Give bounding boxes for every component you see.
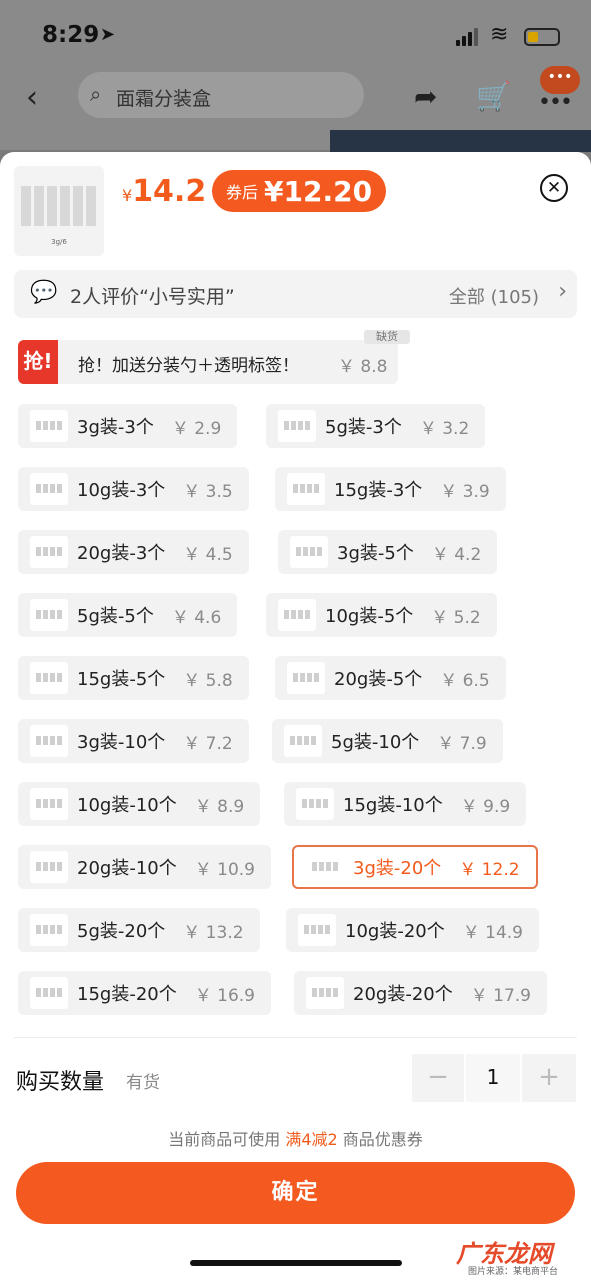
promo-option[interactable]: 抢! 抢！加送分装勺＋透明标签！ ￥ 8.8 缺货 [18, 330, 410, 384]
product-thumbnail[interactable]: 3g/6 [14, 166, 104, 256]
option-thumbnail [306, 851, 344, 883]
option-thumbnail [296, 788, 334, 820]
option-thumbnail [287, 662, 325, 694]
wifi-icon: ≋ [490, 22, 509, 47]
option-price: ￥ 8.8 [338, 357, 388, 377]
quantity-input[interactable]: 1 [464, 1054, 522, 1102]
sku-option[interactable]: 5g装-5个 ￥ 4.6 [18, 593, 238, 637]
option-thumbnail [30, 662, 68, 694]
message-badge[interactable]: ••• [540, 66, 580, 94]
sku-option[interactable]: 20g装-20个 ￥ 17.9 [294, 971, 547, 1015]
promo-badge: 抢! [18, 340, 58, 384]
sku-option[interactable]: 20g装-10个 ￥ 10.9 [18, 845, 271, 889]
top-nav: ‹ ⌕ 面霜分装盒 ➦ 🛒 ••• ••• [0, 66, 591, 130]
search-text: 面霜分装盒 [116, 88, 212, 110]
out-of-stock-tag: 缺货 [364, 330, 410, 344]
reviews-all: 全部 (105) [448, 287, 539, 308]
option-thumbnail [30, 725, 68, 757]
status-bar: 8:29 ➤ ≋ [0, 0, 591, 70]
sku-option-selected[interactable]: 3g装-20个 ￥ 12.2 [292, 845, 538, 889]
search-icon: ⌕ [90, 82, 102, 106]
home-indicator [190, 1260, 402, 1266]
sku-option[interactable]: 5g装-20个 ￥ 13.2 [18, 908, 260, 952]
sku-option[interactable]: 5g装-10个 ￥ 7.9 [272, 719, 503, 763]
option-thumbnail [30, 977, 68, 1009]
back-icon[interactable]: ‹ [26, 80, 38, 115]
confirm-button[interactable]: 确定 [16, 1162, 575, 1224]
battery-icon [524, 28, 560, 46]
option-thumbnail [30, 473, 68, 505]
signal-icon [456, 28, 478, 46]
coupon-highlight: 满4减2 [285, 1130, 338, 1149]
sku-option[interactable]: 3g装-3个 ￥ 2.9 [18, 404, 238, 448]
sku-option[interactable]: 10g装-3个 ￥ 3.5 [18, 467, 249, 511]
sku-option[interactable]: 15g装-20个 ￥ 16.9 [18, 971, 271, 1015]
chevron-right-icon: › [558, 279, 567, 304]
increase-button[interactable]: + [522, 1054, 576, 1102]
coupon-price-badge: 券后 ¥12.20 [212, 170, 387, 212]
decrease-button[interactable]: − [412, 1054, 464, 1102]
divider [14, 1037, 577, 1038]
product-price: ¥14.2 [122, 174, 207, 209]
option-thumbnail [306, 977, 344, 1009]
search-bar[interactable]: ⌕ 面霜分装盒 [78, 72, 364, 118]
sku-option[interactable]: 3g装-10个 ￥ 7.2 [18, 719, 249, 763]
option-thumbnail [287, 473, 325, 505]
location-icon: ➤ [100, 24, 116, 45]
close-icon[interactable]: ✕ [540, 174, 568, 202]
quantity-stepper: − 1 + [412, 1054, 576, 1102]
option-thumbnail [298, 914, 336, 946]
cart-icon[interactable]: 🛒 [476, 80, 511, 113]
sku-option[interactable]: 5g装-3个 ￥ 3.2 [266, 404, 486, 448]
option-thumbnail [30, 914, 68, 946]
watermark-source: 图片来源：某电商平台 [468, 1267, 559, 1277]
option-thumbnail [30, 788, 68, 820]
sku-option[interactable]: 10g装-10个 ￥ 8.9 [18, 782, 261, 826]
background-banner [330, 130, 591, 152]
sku-sheet: 3g/6 ¥14.2 券后 ¥12.20 ✕ 💬 2人评价“小号实用” 全部 (… [0, 152, 591, 1280]
comment-icon: 💬 [30, 280, 58, 305]
option-thumbnail [278, 410, 316, 442]
sku-option[interactable]: 15g装-10个 ￥ 9.9 [284, 782, 527, 826]
option-label: 抢！加送分装勺＋透明标签！ [78, 356, 299, 376]
option-thumbnail [30, 851, 68, 883]
option-thumbnail [284, 725, 322, 757]
sku-option[interactable]: 10g装-5个 ￥ 5.2 [266, 593, 497, 637]
option-thumbnail [278, 599, 316, 631]
quantity-label: 购买数量 [16, 1070, 105, 1095]
reviews-bar[interactable]: 💬 2人评价“小号实用” 全部 (105) › [14, 270, 577, 318]
option-thumbnail [290, 536, 328, 568]
option-thumbnail [30, 410, 68, 442]
sku-option[interactable]: 3g装-5个 ￥ 4.2 [278, 530, 498, 574]
share-icon[interactable]: ➦ [414, 80, 437, 113]
stock-status: 有货 [126, 1073, 160, 1093]
sku-option[interactable]: 15g装-3个 ￥ 3.9 [275, 467, 506, 511]
sku-option[interactable]: 20g装-3个 ￥ 4.5 [18, 530, 249, 574]
clock: 8:29 [42, 22, 100, 48]
option-thumbnail [30, 599, 68, 631]
coupon-info: 当前商品可使用 满4减2 商品优惠券 [168, 1130, 423, 1149]
sku-option[interactable]: 15g装-5个 ￥ 5.8 [18, 656, 249, 700]
sku-option[interactable]: 20g装-5个 ￥ 6.5 [275, 656, 506, 700]
sku-option[interactable]: 10g装-20个 ￥ 14.9 [286, 908, 539, 952]
option-thumbnail [30, 536, 68, 568]
reviews-summary: 2人评价“小号实用” [70, 286, 235, 308]
